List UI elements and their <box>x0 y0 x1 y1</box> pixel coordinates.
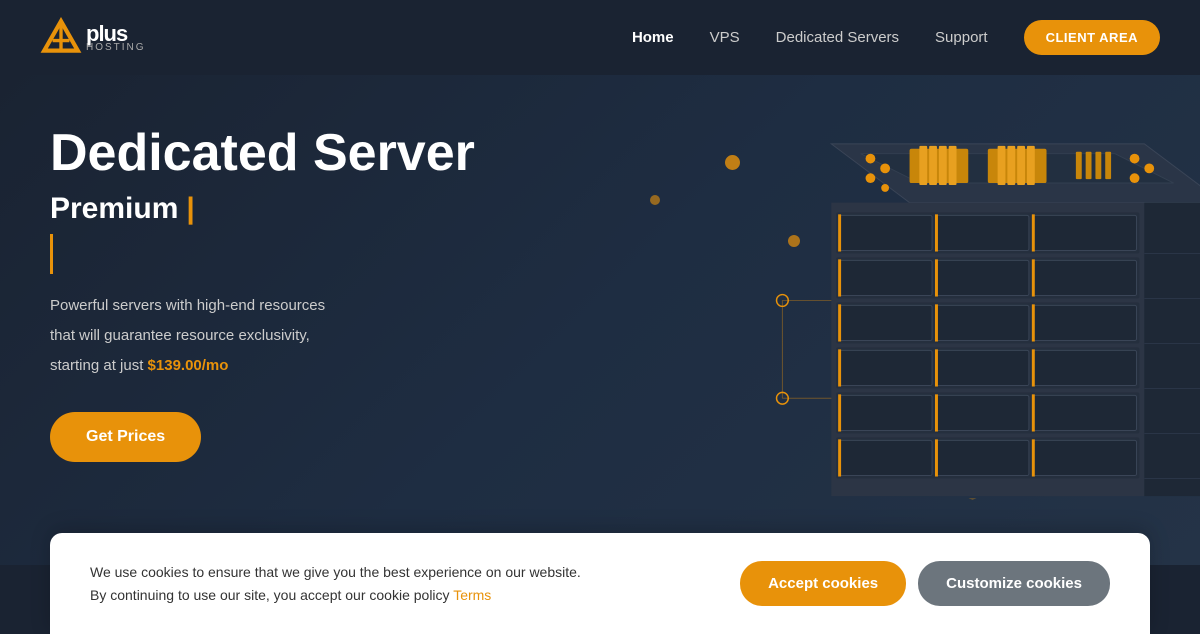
logo-text: plus HOSTING <box>86 23 146 53</box>
cookie-buttons: Accept cookies Customize cookies <box>740 561 1110 606</box>
hero-subtitle: Premium | <box>50 192 550 226</box>
hero-desc-line2: that will guarantee resource exclusivity… <box>50 324 550 348</box>
server-illustration <box>550 95 1200 545</box>
nav-vps[interactable]: VPS <box>710 29 740 46</box>
hero-desc-line1: Powerful servers with high-end resources <box>50 294 550 318</box>
nav-dedicated-servers[interactable]: Dedicated Servers <box>776 29 899 46</box>
hero-price: $139.00/mo <box>148 357 229 374</box>
hero-section: Dedicated Server Premium | Powerful serv… <box>0 75 1200 565</box>
accept-cookies-button[interactable]: Accept cookies <box>740 561 906 606</box>
cookie-message-line2: By continuing to use our site, you accep… <box>90 587 453 603</box>
hero-desc-prefix: starting at just <box>50 357 148 374</box>
nav-links: Home VPS Dedicated Servers Support CLIEN… <box>632 20 1160 55</box>
hero-content: Dedicated Server Premium | Powerful serv… <box>50 125 550 462</box>
hero-subtitle-cursor: | <box>186 192 194 226</box>
navbar: plus HOSTING Home VPS Dedicated Servers … <box>0 0 1200 75</box>
customize-cookies-button[interactable]: Customize cookies <box>918 561 1110 606</box>
client-area-button[interactable]: CLIENT AREA <box>1024 20 1160 55</box>
cookie-terms-link[interactable]: Terms <box>453 587 491 603</box>
nav-home[interactable]: Home <box>632 29 674 46</box>
logo-icon <box>40 17 82 59</box>
hero-title: Dedicated Server <box>50 125 550 182</box>
get-prices-button[interactable]: Get Prices <box>50 412 201 462</box>
nav-support[interactable]: Support <box>935 29 988 46</box>
logo-hosting-text: HOSTING <box>86 43 146 53</box>
cookie-message-line1: We use cookies to ensure that we give yo… <box>90 564 581 580</box>
hero-accent-bar <box>50 234 53 274</box>
logo[interactable]: plus HOSTING <box>40 17 146 59</box>
cookie-banner: We use cookies to ensure that we give yo… <box>50 533 1150 634</box>
hero-subtitle-text: Premium <box>50 192 178 226</box>
cookie-text: We use cookies to ensure that we give yo… <box>90 561 581 606</box>
hero-desc-line3: starting at just $139.00/mo <box>50 354 550 378</box>
